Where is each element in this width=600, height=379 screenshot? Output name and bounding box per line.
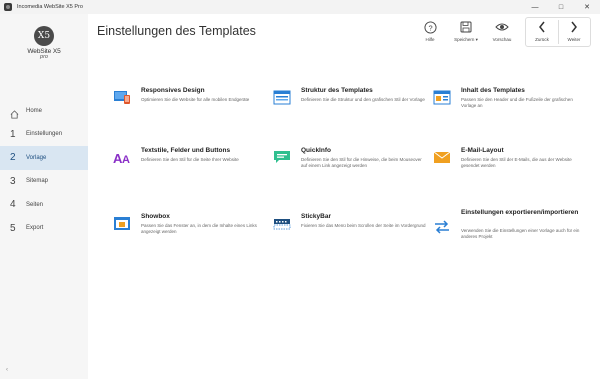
next-label: Weiter — [567, 37, 581, 42]
card-title: StickyBar — [301, 213, 331, 220]
sidebar-item-label: Seiten — [26, 201, 44, 208]
stickybar-icon — [273, 215, 291, 231]
sidebar-item-label: Vorlage — [26, 154, 47, 161]
card-description: Definieren Sie den Stil für die Seite Ih… — [141, 157, 239, 162]
back-label: Zurück — [535, 37, 549, 42]
help-button[interactable]: ? Hilfe — [415, 20, 445, 42]
step-number: 2 — [10, 152, 16, 164]
card-title: Inhalt des Templates — [461, 87, 525, 94]
card-title: Responsives Design — [141, 87, 205, 94]
logo-mark: X5 — [34, 26, 54, 46]
step-number: 5 — [10, 222, 16, 234]
card-title: Struktur des Templates — [301, 87, 373, 94]
save-label: Speichern ▾ — [454, 37, 478, 42]
content-icon — [433, 89, 451, 105]
step-number: 4 — [10, 199, 16, 211]
logo: X5 WebSite X5 pro — [22, 26, 66, 60]
card-description: Definieren Sie den Stil für die Hinweise… — [301, 157, 422, 168]
help-icon: ? — [423, 20, 437, 34]
card-title: Textstile, Felder und Buttons — [141, 147, 231, 154]
card-description: Definieren Sie die Struktur und den graf… — [301, 97, 425, 102]
close-button[interactable]: ✕ — [574, 0, 600, 14]
sidebar-item-einstellungen[interactable]: 1 Einstellungen — [0, 123, 88, 147]
showbox-icon — [113, 215, 131, 231]
sidebar-item-label: Einstellungen — [26, 131, 63, 138]
card-description: Optimieren Sie die Website für alle mobi… — [141, 97, 250, 102]
email-icon — [433, 149, 451, 165]
page-title: Einstellungen des Templates — [97, 24, 256, 38]
sidebar-item-vorlage[interactable]: 2 Vorlage — [0, 146, 88, 170]
svg-text:A: A — [122, 154, 130, 165]
window-controls: — □ ✕ — [522, 0, 600, 14]
home-icon — [10, 106, 19, 119]
card-description: Definieren Sie den Stil der E-Mails, die… — [461, 157, 572, 168]
save-icon — [460, 20, 472, 34]
minimize-button[interactable]: — — [522, 0, 548, 14]
sidebar: X5 WebSite X5 pro Home 1 Einstellungen 2… — [0, 14, 88, 379]
card-description: Passen Sie den Header und die Fußzeile d… — [461, 97, 573, 108]
chevron-right-icon — [570, 20, 578, 34]
text-styles-icon: AA — [113, 149, 131, 166]
step-number: 1 — [10, 128, 16, 140]
window-title: Incomedia WebSite X5 Pro — [17, 4, 83, 10]
maximize-button[interactable]: □ — [548, 0, 574, 14]
card-title: Showbox — [141, 213, 170, 220]
structure-icon — [273, 89, 291, 105]
save-button[interactable]: Speichern ▾ — [451, 20, 481, 43]
preview-label: Vorschau — [492, 37, 512, 42]
card-title: E-Mail-Layout — [461, 147, 504, 154]
card-description: Passen Sie das Fenster an, in dem die In… — [141, 223, 257, 234]
app-icon — [4, 3, 12, 11]
title-bar: Incomedia WebSite X5 Pro — □ ✕ — [0, 0, 600, 14]
chevron-left-icon — [538, 20, 546, 34]
export-import-icon — [433, 219, 451, 235]
card-title: Einstellungen exportieren/importieren — [461, 209, 579, 216]
svg-text:?: ? — [428, 23, 432, 32]
card-description: Fixieren Sie das Menü beim Scrollen der … — [301, 223, 426, 228]
sidebar-item-label: Sitemap — [26, 178, 49, 185]
sidebar-item-label: Export — [26, 225, 44, 232]
responsive-icon — [113, 89, 131, 105]
preview-button[interactable]: Vorschau — [487, 20, 517, 42]
help-label: Hilfe — [425, 37, 435, 42]
step-number: 3 — [10, 175, 16, 187]
sidebar-item-seiten[interactable]: 4 Seiten — [0, 193, 88, 217]
sidebar-nav: Home 1 Einstellungen 2 Vorlage 3 Sitemap… — [0, 99, 88, 240]
quickinfo-icon — [273, 149, 291, 165]
sidebar-item-home[interactable]: Home — [0, 99, 88, 123]
eye-icon — [495, 20, 509, 34]
sidebar-item-export[interactable]: 5 Export — [0, 217, 88, 241]
card-title: QuickInfo — [301, 147, 331, 154]
next-button[interactable]: Weiter — [559, 20, 589, 42]
sidebar-item-sitemap[interactable]: 3 Sitemap — [0, 170, 88, 194]
collapse-sidebar-button[interactable]: ‹ — [6, 367, 8, 373]
card-description: Verwenden Sie die Einstellungen einer Vo… — [461, 228, 580, 239]
sidebar-item-label: Home — [26, 107, 43, 114]
back-button[interactable]: Zurück — [527, 20, 557, 42]
